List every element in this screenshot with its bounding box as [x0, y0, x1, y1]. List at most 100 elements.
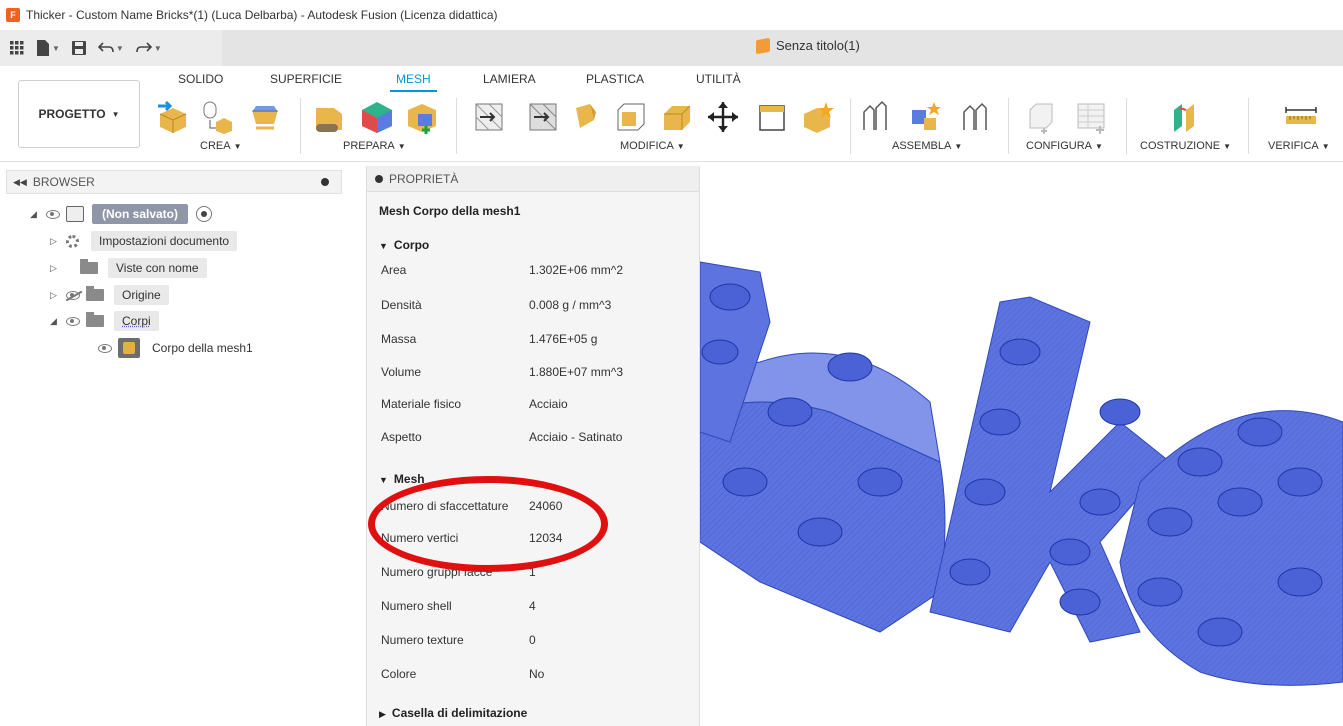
- group-costruzione[interactable]: COSTRUZIONE ▼: [1140, 140, 1231, 152]
- group-configura-label: CONFIGURA: [1026, 140, 1092, 152]
- visibility-eye-icon[interactable]: [66, 316, 80, 326]
- group-crea-label: CREA: [200, 140, 231, 152]
- visibility-eye-icon[interactable]: [46, 209, 60, 219]
- group-modifica[interactable]: MODIFICA ▼: [620, 140, 685, 152]
- property-name: Aspetto: [381, 430, 422, 444]
- tab-plastica[interactable]: PLASTICA: [586, 72, 644, 86]
- tab-superficie[interactable]: SUPERFICIE: [270, 72, 342, 86]
- move-icon[interactable]: [706, 100, 740, 134]
- make-closed-mesh-icon[interactable]: [800, 100, 834, 134]
- property-name: Colore: [381, 667, 417, 681]
- property-value: 1.476E+05 g: [529, 332, 598, 346]
- browser-item-label: Corpi: [114, 311, 159, 331]
- tab-solido[interactable]: SOLIDO: [178, 72, 223, 86]
- properties-header[interactable]: PROPRIETÀ: [367, 166, 699, 192]
- property-value: 0: [529, 633, 536, 647]
- workspace-selector[interactable]: PROGETTO ▼: [18, 80, 140, 148]
- collapse-triangle-icon: ▼: [379, 241, 388, 251]
- section-corpo[interactable]: ▼ Corpo: [379, 238, 429, 252]
- smooth-icon[interactable]: [614, 100, 648, 134]
- repair-mesh-icon[interactable]: [312, 100, 346, 134]
- group-prepara-label: PREPARA: [343, 140, 395, 152]
- mesh-model[interactable]: [700, 162, 1343, 726]
- collapse-left-icon[interactable]: ◀◀: [13, 177, 27, 188]
- group-crea[interactable]: CREA ▼: [200, 140, 241, 152]
- measure-icon[interactable]: [1284, 100, 1318, 134]
- redo-button[interactable]: ▼: [136, 42, 162, 54]
- joint-icon[interactable]: [908, 100, 942, 134]
- plane-cut-icon[interactable]: [756, 100, 790, 134]
- expand-triangle-icon[interactable]: ◢: [30, 209, 40, 220]
- chevron-down-icon: ▼: [52, 43, 60, 53]
- undo-button[interactable]: ▼: [97, 42, 124, 54]
- group-configura[interactable]: CONFIGURA ▼: [1026, 140, 1103, 152]
- group-prepara[interactable]: PREPARA ▼: [343, 140, 406, 152]
- as-built-joint-icon[interactable]: [958, 100, 992, 134]
- browser-item-label: Impostazioni documento: [91, 231, 238, 251]
- erase-and-fill-icon[interactable]: [570, 100, 604, 134]
- ribbon: SOLIDO SUPERFICIE MESH LAMIERA PLASTICA …: [0, 66, 1343, 162]
- section-bounding-box-label: Casella di delimitazione: [391, 706, 528, 720]
- property-value: 0.008 g / mm^3: [529, 298, 612, 312]
- property-value: 1.880E+07 mm^3: [529, 365, 624, 379]
- property-name: Volume: [381, 365, 422, 379]
- configuration-table-icon[interactable]: [1074, 100, 1108, 134]
- combine-face-groups-icon[interactable]: [404, 100, 438, 134]
- group-verifica[interactable]: VERIFICA ▼: [1268, 140, 1330, 152]
- separator: [1248, 98, 1249, 154]
- save-icon: [71, 41, 86, 55]
- browser-item-mesh-body[interactable]: Corpo della mesh1: [92, 337, 253, 359]
- expand-triangle-icon[interactable]: ▷: [50, 263, 60, 274]
- configure-icon[interactable]: [1024, 100, 1058, 134]
- properties-title: PROPRIETÀ: [389, 171, 459, 186]
- canvas-viewport[interactable]: [700, 162, 1343, 726]
- undo-icon: [97, 42, 114, 53]
- property-name: Materiale fisico: [381, 397, 462, 411]
- quick-access-toolbar: ▼ ▼ ▼: [0, 30, 222, 66]
- expand-triangle-icon[interactable]: ▷: [50, 236, 60, 247]
- browser-item-corpi[interactable]: ◢ Corpi: [50, 310, 159, 332]
- file-menu-button[interactable]: ▼: [36, 40, 60, 56]
- workspace-label: PROGETTO: [38, 107, 106, 121]
- quick-access-bar: ▼ ▼ ▼ Senza titolo(1): [0, 30, 1343, 66]
- property-name: Area: [381, 263, 407, 277]
- group-assembla[interactable]: ASSEMBLA ▼: [892, 140, 962, 152]
- browser-header[interactable]: ◀◀ BROWSER: [6, 170, 342, 194]
- expand-triangle-icon[interactable]: ◢: [50, 316, 60, 327]
- properties-heading: Mesh Corpo della mesh1: [379, 204, 521, 218]
- new-component-icon[interactable]: [860, 100, 894, 134]
- tessellate-icon[interactable]: [248, 100, 282, 134]
- browser-root[interactable]: ◢ (Non salvato): [30, 203, 213, 225]
- app-grid-button[interactable]: [10, 41, 24, 55]
- grid-icon: [10, 41, 24, 55]
- pin-icon[interactable]: [375, 174, 383, 183]
- root-label: (Non salvato): [92, 204, 189, 224]
- activate-radio-icon[interactable]: [196, 206, 213, 222]
- visibility-hidden-icon[interactable]: [66, 290, 80, 300]
- convert-mesh-icon[interactable]: [200, 100, 234, 134]
- tab-mesh[interactable]: MESH: [390, 72, 437, 92]
- reduce-icon[interactable]: [528, 100, 562, 134]
- generate-face-groups-icon[interactable]: [360, 100, 394, 134]
- browser-item-origine[interactable]: ▷ Origine: [50, 284, 169, 306]
- document-tab[interactable]: Senza titolo(1): [756, 37, 860, 54]
- title-bar: F Thicker - Custom Name Bricks*(1) (Luca…: [0, 0, 1343, 30]
- pin-icon[interactable]: [321, 178, 329, 186]
- fusion-logo-icon: F: [6, 8, 20, 22]
- visibility-eye-icon[interactable]: [98, 343, 112, 353]
- remesh-icon[interactable]: [474, 100, 508, 134]
- section-bounding-box[interactable]: ▶ Casella di delimitazione: [379, 706, 527, 720]
- property-name: Densità: [381, 298, 422, 312]
- shell-icon[interactable]: [660, 100, 694, 134]
- expand-triangle-icon[interactable]: ▷: [50, 290, 60, 301]
- chevron-down-icon: ▼: [1321, 141, 1330, 151]
- tab-lamiera[interactable]: LAMIERA: [483, 72, 536, 86]
- browser-item-impostazioni[interactable]: ▷ Impostazioni documento: [50, 230, 238, 252]
- save-button[interactable]: [71, 41, 86, 55]
- browser-item-viste[interactable]: ▷ Viste con nome: [50, 257, 207, 279]
- tab-utilita[interactable]: UTILITÀ: [696, 72, 741, 86]
- insert-mesh-icon[interactable]: [156, 100, 190, 134]
- offset-plane-icon[interactable]: [1168, 100, 1202, 134]
- property-name: Numero texture: [381, 633, 464, 647]
- collapse-triangle-icon: ▼: [379, 475, 388, 485]
